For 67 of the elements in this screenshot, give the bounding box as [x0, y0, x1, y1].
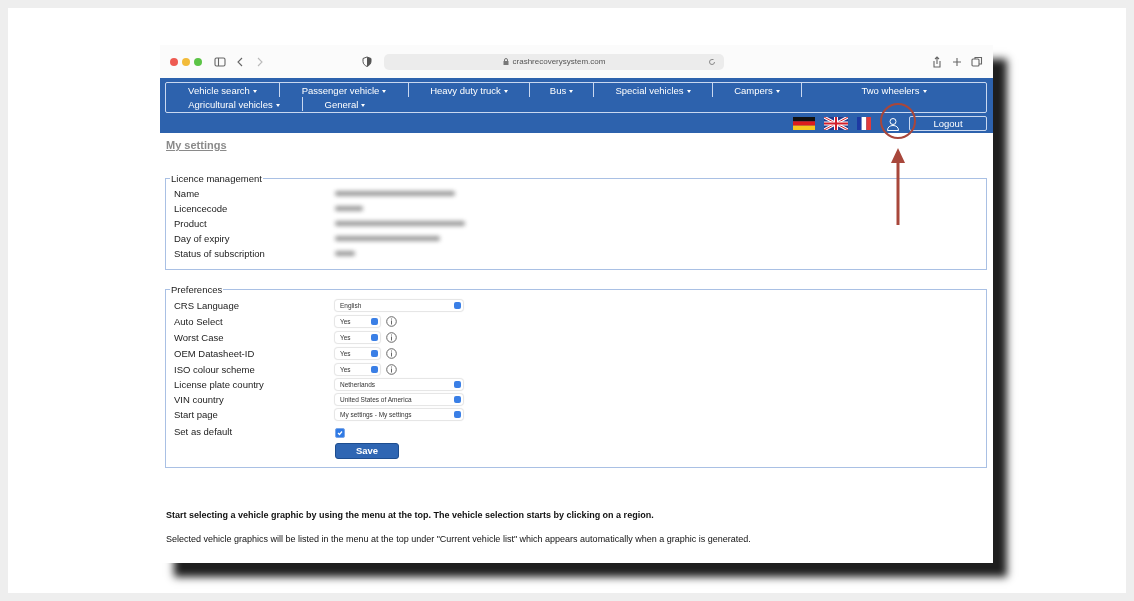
- info-icon[interactable]: [386, 315, 397, 327]
- user-icon[interactable]: [886, 116, 900, 131]
- maximize-dot[interactable]: [194, 57, 202, 66]
- caret-icon: [686, 89, 691, 93]
- field-label: OEM Datasheet-ID: [174, 347, 256, 359]
- field-label: Licencecode: [174, 203, 229, 214]
- panel-legend: Preferences: [170, 284, 224, 295]
- field-label: Day of expiry: [174, 233, 231, 244]
- tabs-icon[interactable]: [971, 55, 983, 68]
- info-text: Start selecting a vehicle graphic by using the menu at the top. The vehicle selection starts by clicking on a region.: [166, 510, 655, 520]
- lock-icon: [502, 58, 509, 65]
- french-flag-icon[interactable]: [857, 117, 871, 130]
- sidebar-icon[interactable]: [214, 55, 226, 68]
- menu-item[interactable]: Heavy duty truck: [408, 83, 529, 97]
- caret-icon: [252, 89, 257, 93]
- field-label: Product: [174, 218, 208, 229]
- logout-button[interactable]: Logout: [909, 116, 987, 131]
- stepper-icon: [454, 411, 461, 418]
- minimize-dot[interactable]: [182, 57, 190, 66]
- field-label: Set as default: [174, 425, 234, 437]
- page-title-link[interactable]: My settings: [166, 139, 227, 151]
- blurred-value: [335, 206, 363, 211]
- shield-icon[interactable]: [362, 56, 372, 67]
- field-label: Auto Select: [174, 315, 224, 327]
- caret-icon: [382, 89, 387, 93]
- plus-icon[interactable]: [951, 55, 963, 68]
- info-icon[interactable]: [386, 347, 397, 359]
- field-label: Start page: [174, 409, 219, 420]
- caret-icon: [503, 89, 508, 93]
- caret-icon: [275, 103, 280, 107]
- url-text: crashrecoverysystem.com: [512, 57, 606, 66]
- blurred-value: [335, 251, 355, 256]
- stepper-icon: [454, 301, 461, 309]
- field-label: Status of subscription: [174, 248, 266, 259]
- field-label: CRS Language: [174, 299, 240, 311]
- uk-flag-icon[interactable]: [824, 117, 848, 130]
- address-bar[interactable]: crashrecoverysystem.com: [384, 53, 724, 70]
- info-text: Selected vehicle graphics will be listed in the menu at the top under "Current vehicle list" which appears automatically when a graphic is generated.: [166, 534, 752, 544]
- field-label: License plate country: [174, 379, 265, 390]
- caret-icon: [361, 103, 366, 107]
- menu-item[interactable]: Agricultural vehicles: [166, 97, 302, 111]
- info-icon[interactable]: [386, 331, 397, 343]
- german-flag-icon[interactable]: [793, 117, 815, 130]
- field-label: Worst Case: [174, 331, 225, 343]
- field-label: ISO colour scheme: [174, 363, 256, 375]
- stepper-icon: [454, 396, 461, 403]
- share-icon[interactable]: [931, 55, 943, 68]
- annotation-circle: [880, 103, 916, 139]
- close-dot[interactable]: [170, 57, 178, 66]
- menu-item[interactable]: Campers: [712, 83, 801, 97]
- caret-icon: [775, 89, 780, 93]
- menu-item[interactable]: Bus: [529, 83, 593, 97]
- menu-item[interactable]: Passenger vehicle: [279, 83, 408, 97]
- panel-legend: Licence management: [170, 173, 263, 184]
- info-icon[interactable]: [386, 363, 397, 375]
- menu-item[interactable]: General: [302, 97, 387, 111]
- save-button[interactable]: Save: [335, 442, 399, 459]
- checkbox[interactable]: [335, 428, 345, 438]
- field-label: Name: [174, 188, 201, 199]
- caret-icon: [922, 89, 927, 93]
- field-label: VIN country: [174, 394, 225, 405]
- caret-icon: [569, 89, 574, 93]
- menu-item[interactable]: Two wheelers: [801, 83, 986, 97]
- menu-item[interactable]: Special vehicles: [593, 83, 712, 97]
- reload-icon[interactable]: [708, 57, 716, 66]
- stepper-icon: [454, 381, 461, 388]
- menu-item[interactable]: Vehicle search: [166, 83, 279, 97]
